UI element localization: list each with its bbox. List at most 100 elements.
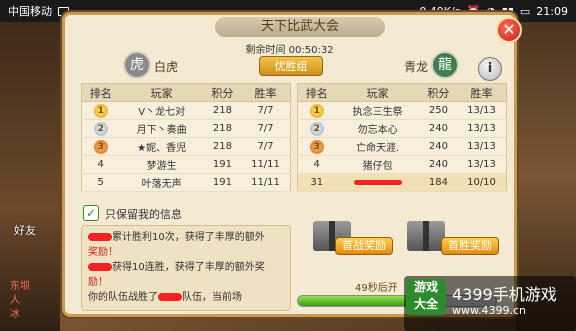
rank-medal-icon: 2 — [309, 121, 324, 136]
score-cell: 240 — [419, 155, 457, 174]
info-button[interactable]: i — [478, 57, 502, 81]
log-line: 累计胜利10次，获得了丰厚的额外 — [88, 230, 284, 245]
rank-cell: 3 — [81, 137, 120, 156]
player-name-cell: V丶龙七对 — [119, 101, 204, 120]
redacted-mark — [88, 233, 112, 241]
rank-cell: 4 — [297, 155, 336, 174]
table-row[interactable]: 4 猪仔包 240 13/13 — [297, 155, 507, 174]
tournament-panel: 天下比武大会 ✕ 剩余时间 00:50:32 虎 白虎 优胜组 青龙 龍 i 排… — [62, 12, 522, 317]
score-cell: 218 — [203, 137, 241, 156]
battery-icon: ▭ — [519, 4, 531, 18]
score-cell: 240 — [419, 137, 457, 156]
header-winrate: 胜率 — [456, 83, 507, 102]
player-name-cell: 猪仔包 — [335, 155, 420, 174]
battle-log[interactable]: 累计胜利10次，获得了丰厚的额外 奖励！ 获得10连胜，获得了丰厚的额外奖 励！… — [81, 225, 291, 311]
table-row[interactable]: 4 梦游生 191 11/11 — [81, 155, 291, 174]
table-header-row: 排名 玩家 积分 胜率 — [81, 83, 291, 102]
table-header-row: 排名 玩家 积分 胜率 — [297, 83, 507, 102]
winrate-cell: 13/13 — [456, 119, 507, 138]
azure-dragon-emblem-icon: 龍 — [431, 51, 459, 79]
winrate-cell: 13/13 — [456, 101, 507, 120]
rank-cell: 1 — [81, 101, 120, 120]
rank-cell: 5 — [81, 173, 120, 192]
carrier-label: 中国移动 — [8, 5, 52, 18]
game-background-left — [0, 22, 60, 331]
watermark-title: 4399手机游戏 — [452, 285, 557, 304]
panel-title: 天下比武大会 — [215, 17, 385, 37]
group-row: 白虎 优胜组 青龙 — [121, 55, 461, 77]
score-cell: 250 — [419, 101, 457, 120]
rank-medal-icon: 3 — [93, 139, 108, 154]
side-chat: 东坝 人 冰 — [10, 280, 30, 322]
only-my-info-label: 只保留我的信息 — [105, 208, 182, 221]
log-line: 你的队伍战胜了 队伍，当前场 — [88, 292, 242, 303]
rank-medal-icon: 1 — [93, 103, 108, 118]
score-cell: 240 — [419, 119, 457, 138]
first-victory-reward-button[interactable]: 首胜奖励 — [441, 237, 499, 255]
left-ranking-table: 排名 玩家 积分 胜率 1 V丶龙七对 218 7/7 2 月下丶奏曲 218 7/7 3 ★妮、… — [81, 83, 291, 192]
rank-medal-icon: 1 — [309, 103, 324, 118]
redacted-mark — [88, 263, 112, 271]
header-score: 积分 — [419, 83, 457, 102]
rank-medal-icon: 2 — [93, 121, 108, 136]
friend-button[interactable]: 好友 — [14, 222, 36, 238]
score-cell: 218 — [203, 119, 241, 138]
player-name-cell: ★妮、香児 — [119, 137, 204, 156]
table-row[interactable]: 5 叶落无声 191 11/11 — [81, 173, 291, 192]
winrate-cell: 13/13 — [456, 137, 507, 156]
log-line: 奖励！ — [88, 247, 118, 258]
my-name-cell — [335, 173, 420, 192]
player-name-cell: 月下丶奏曲 — [119, 119, 204, 138]
log-line: 励！ — [88, 277, 108, 288]
header-rank: 排名 — [297, 83, 336, 102]
rank-cell: 1 — [297, 101, 336, 120]
side-chat-line: 东坝 — [10, 281, 30, 292]
side-chat-line: 冰 — [10, 309, 20, 320]
table-row[interactable]: 3 ★妮、香児 218 7/7 — [81, 137, 291, 156]
rank-medal-icon: 3 — [309, 139, 324, 154]
my-score-cell: 184 — [419, 173, 457, 192]
header-score: 积分 — [203, 83, 241, 102]
my-rank-row: 31 184 10/10 — [297, 173, 507, 192]
only-my-info-checkbox[interactable]: ✓ — [83, 205, 99, 221]
first-battle-reward-button[interactable]: 首战奖励 — [335, 237, 393, 255]
table-row[interactable]: 3 亡命天涯. 240 13/13 — [297, 137, 507, 156]
tab-winners-group[interactable]: 优胜组 — [259, 56, 323, 76]
player-name-cell: 梦游生 — [119, 155, 204, 174]
winrate-cell: 7/7 — [240, 101, 291, 120]
table-row[interactable]: 2 勿忘本心 240 13/13 — [297, 119, 507, 138]
rank-cell: 2 — [297, 119, 336, 138]
next-match-timer: 49秒后开 — [355, 283, 398, 294]
redacted-mark — [353, 179, 402, 185]
score-cell: 218 — [203, 101, 241, 120]
rank-cell: 4 — [81, 155, 120, 174]
watermark-url: www.4399.cn — [452, 304, 526, 317]
player-name-cell: 叶落无声 — [119, 173, 204, 192]
redacted-mark — [158, 293, 182, 301]
player-name-cell: 亡命天涯. — [335, 137, 420, 156]
4399-logo: 游戏 大全 — [406, 279, 446, 315]
rank-cell: 3 — [297, 137, 336, 156]
winrate-cell: 7/7 — [240, 119, 291, 138]
table-row[interactable]: 1 执念三生祭 250 13/13 — [297, 101, 507, 120]
left-table-body: 1 V丶龙七对 218 7/7 2 月下丶奏曲 218 7/7 3 ★妮、香児 218 7/7 4 梦游生… — [81, 101, 291, 192]
score-cell: 191 — [203, 173, 241, 192]
table-row[interactable]: 1 V丶龙七对 218 7/7 — [81, 101, 291, 120]
winrate-cell: 13/13 — [456, 155, 507, 174]
team-left-name: 白虎 — [153, 59, 178, 74]
right-ranking-table: 排名 玩家 积分 胜率 1 执念三生祭 250 13/13 2 勿忘本心 240 13/13 3… — [297, 83, 507, 192]
side-chat-line: 人 — [10, 295, 20, 306]
table-row[interactable]: 2 月下丶奏曲 218 7/7 — [81, 119, 291, 138]
my-winrate-cell: 10/10 — [456, 173, 507, 192]
header-player: 玩家 — [119, 83, 204, 102]
gift-box-icon — [407, 221, 445, 251]
header-player: 玩家 — [335, 83, 420, 102]
close-button[interactable]: ✕ — [496, 17, 522, 43]
my-rank-cell: 31 — [297, 173, 336, 192]
header-rank: 排名 — [81, 83, 120, 102]
log-line: 获得10连胜，获得了丰厚的额外奖 — [88, 260, 284, 275]
player-name-cell: 勿忘本心 — [335, 119, 420, 138]
rank-cell: 2 — [81, 119, 120, 138]
winrate-cell: 11/11 — [240, 173, 291, 192]
clock: 21:09 — [536, 4, 568, 18]
